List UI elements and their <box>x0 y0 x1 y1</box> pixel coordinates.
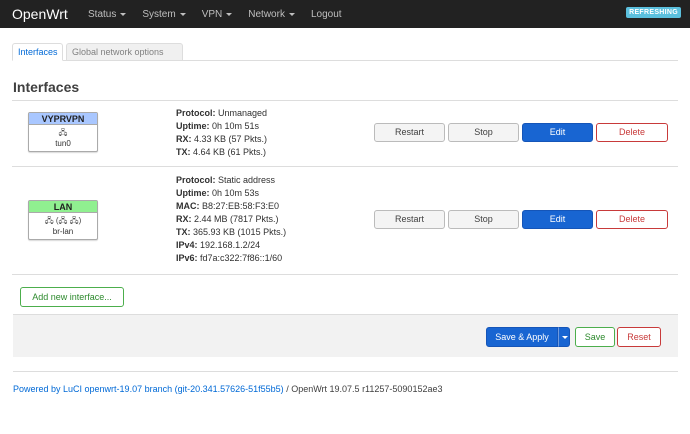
detail-value: 0h 10m 51s <box>212 121 260 131</box>
chevron-down-icon <box>226 13 233 16</box>
bridge-ports-icon: 🖧 (🖧 🖧) <box>44 216 82 225</box>
menu-system[interactable]: System <box>142 8 186 20</box>
page-title: Interfaces <box>13 79 80 95</box>
detail-value: Unmanaged <box>218 108 268 118</box>
delete-button[interactable]: Delete <box>596 123 668 142</box>
save-apply-dropdown-toggle[interactable] <box>558 327 570 347</box>
detail-rx: RX: 2.44 MB (7817 Pkts.) <box>176 213 286 226</box>
brand-logo[interactable]: OpenWrt <box>12 6 68 22</box>
main-menu: Status System VPN Network Logout <box>88 0 358 28</box>
refreshing-badge[interactable]: REFRESHING <box>626 7 681 18</box>
detail-protocol: Protocol: Unmanaged <box>176 107 267 120</box>
add-interface-button[interactable]: Add new interface... <box>20 287 124 307</box>
detail-key: Uptime: <box>176 188 210 198</box>
menu-vpn-label: VPN <box>201 8 223 20</box>
reset-button[interactable]: Reset <box>617 327 661 347</box>
chevron-down-icon <box>120 13 127 16</box>
chevron-down-icon <box>288 13 295 16</box>
detail-ipv6: IPv6: fd7a:c322:7f86::1/60 <box>176 252 286 265</box>
interface-row: VYPRVPN 🖧 tun0 Protocol: Unmanaged Uptim… <box>12 100 678 167</box>
edit-button[interactable]: Edit <box>522 210 593 229</box>
network-port-icon: 🖧 <box>58 128 68 137</box>
detail-key: IPv4: <box>176 240 198 250</box>
menu-status-label: Status <box>88 8 117 20</box>
detail-value: 4.64 KB (61 Pkts.) <box>193 147 267 157</box>
interface-badge: LAN 🖧 (🖧 🖧) br-lan <box>28 200 98 240</box>
interface-device: tun0 <box>55 139 71 148</box>
detail-uptime: Uptime: 0h 10m 51s <box>176 120 267 133</box>
detail-key: TX: <box>176 227 191 237</box>
interface-row: LAN 🖧 (🖧 🖧) br-lan Protocol: Static addr… <box>12 167 678 275</box>
menu-network[interactable]: Network <box>248 9 295 20</box>
openwrt-version: / OpenWrt 19.07.5 r11257-5090152ae3 <box>283 384 443 394</box>
stop-button[interactable]: Stop <box>448 210 519 229</box>
chevron-down-icon <box>179 13 186 16</box>
restart-button[interactable]: Restart <box>374 210 445 229</box>
interface-device: br-lan <box>52 227 74 236</box>
stop-button[interactable]: Stop <box>448 123 519 142</box>
luci-version-link[interactable]: Powered by LuCI openwrt-19.07 branch (gi… <box>13 384 284 394</box>
interface-name: VYPRVPN <box>29 113 97 125</box>
detail-value: B8:27:EB:58:F3:E0 <box>202 201 280 211</box>
detail-key: RX: <box>176 214 192 224</box>
detail-rx: RX: 4.33 KB (57 Pkts.) <box>176 133 267 146</box>
detail-key: IPv6: <box>176 253 198 263</box>
menu-status[interactable]: Status <box>88 8 127 20</box>
interface-name: LAN <box>29 201 97 213</box>
detail-key: MAC: <box>176 201 200 211</box>
menu-logout[interactable]: Logout <box>311 9 342 20</box>
footer-divider <box>13 371 678 372</box>
interface-details: Protocol: Static address Uptime: 0h 10m … <box>176 174 286 265</box>
detail-value: 192.168.1.2/24 <box>200 240 261 250</box>
detail-key: RX: <box>176 134 192 144</box>
detail-tx: TX: 365.93 KB (1015 Pkts.) <box>176 226 286 239</box>
detail-ipv4: IPv4: 192.168.1.2/24 <box>176 239 286 252</box>
interface-details: Protocol: Unmanaged Uptime: 0h 10m 51s R… <box>176 107 267 159</box>
menu-logout-label: Logout <box>310 8 342 20</box>
edit-button[interactable]: Edit <box>522 123 593 142</box>
detail-value: 365.93 KB (1015 Pkts.) <box>193 227 287 237</box>
detail-value: 0h 10m 53s <box>212 188 260 198</box>
detail-value: 2.44 MB (7817 Pkts.) <box>194 214 279 224</box>
save-button[interactable]: Save <box>575 327 615 347</box>
interface-badge: VYPRVPN 🖧 tun0 <box>28 112 98 152</box>
tab-global-network-options[interactable]: Global network options <box>66 43 183 61</box>
restart-button[interactable]: Restart <box>374 123 445 142</box>
save-apply-button[interactable]: Save & Apply <box>486 327 558 347</box>
tab-bar: Interfaces Global network options <box>12 43 678 61</box>
top-navbar: OpenWrt Status System VPN Network Logout… <box>0 0 690 28</box>
detail-tx: TX: 4.64 KB (61 Pkts.) <box>176 146 267 159</box>
menu-system-label: System <box>142 8 176 20</box>
detail-key: Protocol: <box>176 108 216 118</box>
form-actions: Save & Apply Save Reset <box>13 314 678 357</box>
detail-uptime: Uptime: 0h 10m 53s <box>176 187 286 200</box>
menu-network-label: Network <box>248 8 285 20</box>
tab-interfaces[interactable]: Interfaces <box>12 43 63 61</box>
delete-button[interactable]: Delete <box>596 210 668 229</box>
detail-mac: MAC: B8:27:EB:58:F3:E0 <box>176 200 286 213</box>
detail-key: TX: <box>176 147 191 157</box>
chevron-down-icon <box>562 336 568 339</box>
detail-value: 4.33 KB (57 Pkts.) <box>194 134 268 144</box>
menu-vpn[interactable]: VPN <box>202 9 233 20</box>
detail-key: Uptime: <box>176 121 210 131</box>
detail-protocol: Protocol: Static address <box>176 174 286 187</box>
page-footer: Powered by LuCI openwrt-19.07 branch (gi… <box>13 384 442 394</box>
detail-key: Protocol: <box>176 175 216 185</box>
detail-value: Static address <box>218 175 276 185</box>
detail-value: fd7a:c322:7f86::1/60 <box>200 253 283 263</box>
